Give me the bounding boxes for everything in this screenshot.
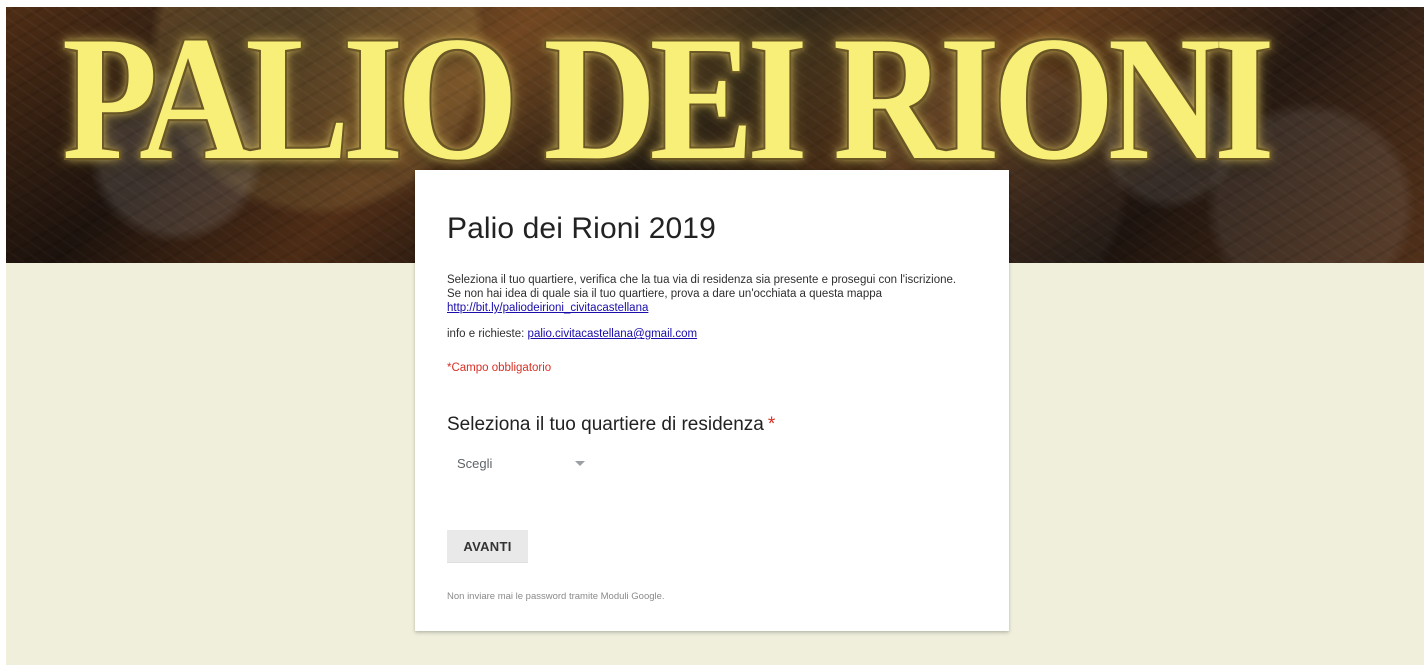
selected-value: Scegli xyxy=(457,455,493,471)
password-warning: Non inviare mai le password tramite Modu… xyxy=(447,591,665,602)
contact-line: info e richieste: palio.civitacastellana… xyxy=(447,328,697,340)
next-button[interactable]: AVANTI xyxy=(447,530,528,563)
required-marker: * xyxy=(767,414,776,435)
form-description: Seleziona il tuo quartiere, verifica che… xyxy=(447,273,987,315)
contact-prefix: info e richieste: xyxy=(447,328,528,340)
description-link-line: http://bit.ly/paliodeirioni_civitacastel… xyxy=(447,301,987,315)
page-background: PALIO DEI RIONI Palio dei Rioni 2019 Sel… xyxy=(6,7,1424,665)
question-text: Seleziona il tuo quartiere di residenza xyxy=(447,414,764,435)
form-title: Palio dei Rioni 2019 xyxy=(447,212,716,245)
contact-email-link[interactable]: palio.civitacastellana@gmail.com xyxy=(528,328,698,340)
description-line-1: Seleziona il tuo quartiere, verifica che… xyxy=(447,274,957,286)
chevron-down-icon xyxy=(575,460,585,466)
question-label: Seleziona il tuo quartiere di residenza * xyxy=(447,414,775,436)
banner-title: PALIO DEI RIONI xyxy=(62,7,1275,197)
residence-quarter-select[interactable]: Scegli xyxy=(457,451,597,475)
description-line-2: Se non hai idea di quale sia il tuo quar… xyxy=(447,288,883,300)
form-card: Palio dei Rioni 2019 Seleziona il tuo qu… xyxy=(415,170,1009,631)
required-field-note: *Campo obbligatorio xyxy=(447,362,552,374)
map-link[interactable]: http://bit.ly/paliodeirioni_civitacastel… xyxy=(447,302,648,314)
